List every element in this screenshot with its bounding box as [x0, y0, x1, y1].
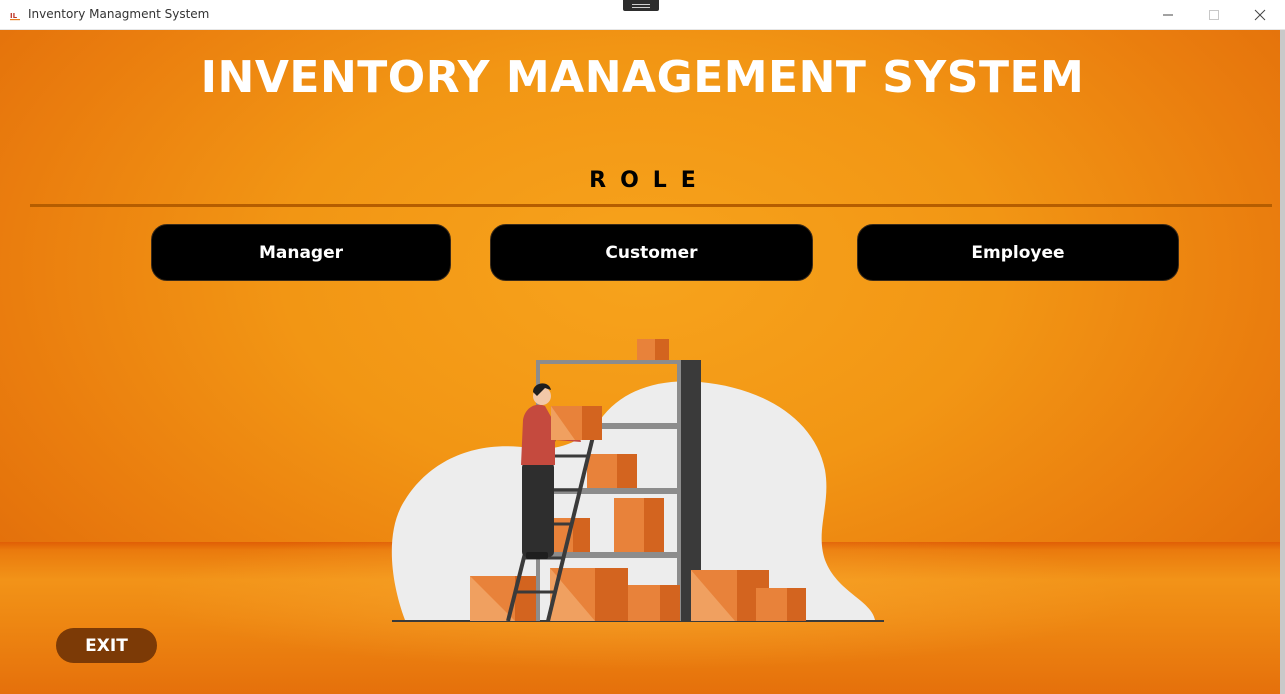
warehouse-illustration — [391, 339, 884, 622]
title-bar[interactable]: IL Inventory Managment System — [0, 0, 1285, 30]
close-button[interactable] — [1237, 0, 1283, 29]
close-icon — [1254, 9, 1266, 21]
manager-button[interactable]: Manager — [151, 224, 451, 281]
app-icon: IL — [9, 9, 21, 21]
minimize-button[interactable] — [1145, 0, 1191, 29]
maximize-button[interactable] — [1191, 0, 1237, 29]
window-title: Inventory Managment System — [28, 7, 210, 21]
window-edge — [1280, 30, 1285, 694]
exit-button[interactable]: EXIT — [56, 628, 157, 663]
person-legs — [522, 462, 554, 557]
svg-text:IL: IL — [10, 12, 18, 20]
employee-button[interactable]: Employee — [857, 224, 1179, 281]
maximize-icon — [1209, 10, 1219, 20]
main-panel: INVENTORY MANAGEMENT SYSTEM ROLE Manager… — [0, 30, 1285, 694]
role-heading: ROLE — [589, 168, 710, 193]
page-title: INVENTORY MANAGEMENT SYSTEM — [200, 52, 1085, 103]
customer-button[interactable]: Customer — [490, 224, 813, 281]
shelf-top — [536, 360, 681, 364]
drag-handle[interactable] — [623, 0, 659, 11]
minimize-icon — [1163, 14, 1173, 16]
app-window: IL Inventory Managment System INVENTORY … — [0, 0, 1285, 694]
divider — [30, 204, 1272, 207]
